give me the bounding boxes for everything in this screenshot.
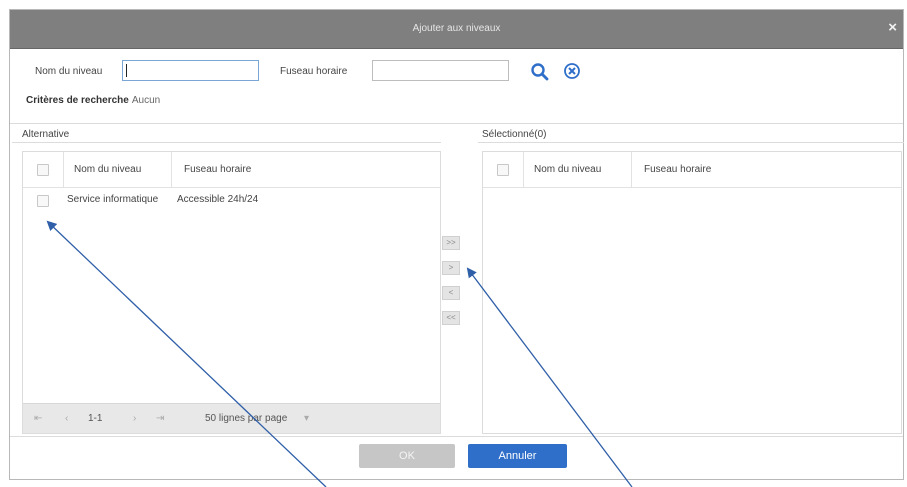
column-separator — [63, 152, 64, 188]
column-separator — [631, 152, 632, 188]
search-icon[interactable] — [530, 62, 550, 82]
add-to-levels-dialog: Ajouter aux niveaux × Nom du niveau Fuse… — [9, 9, 904, 480]
available-levels-grid: Nom du niveau Fuseau horaire Service inf… — [22, 151, 441, 434]
dialog-titlebar: Ajouter aux niveaux × — [10, 10, 903, 49]
cancel-button[interactable]: Annuler — [468, 444, 567, 468]
search-divider — [10, 123, 903, 124]
first-page-icon[interactable]: ⇤ — [34, 413, 42, 424]
left-panel-title: Alternative — [22, 129, 70, 140]
right-panel-divider — [478, 142, 904, 143]
column-header-level-name[interactable]: Nom du niveau — [74, 164, 141, 175]
table-row[interactable]: Service informatique Accessible 24h/24 — [23, 189, 440, 213]
timezone-label: Fuseau horaire — [280, 66, 348, 77]
level-name-label: Nom du niveau — [35, 66, 103, 77]
column-separator — [523, 152, 524, 188]
next-page-icon[interactable]: › — [133, 413, 136, 424]
ok-button[interactable]: OK — [359, 444, 455, 468]
left-panel-divider — [12, 142, 441, 143]
move-all-right-button[interactable]: >> — [442, 236, 460, 250]
row-checkbox[interactable] — [37, 195, 49, 207]
move-all-left-button[interactable]: << — [442, 311, 460, 325]
close-icon[interactable]: × — [888, 20, 897, 35]
clear-circle-icon[interactable] — [563, 62, 581, 80]
select-all-checkbox[interactable] — [497, 164, 509, 176]
row-level-name: Service informatique — [67, 194, 159, 205]
right-panel-title: Sélectionné(0) — [482, 129, 547, 140]
pagination-bar: ⇤ ‹ 1-1 › ⇥ 50 lignes par page ▾ — [23, 403, 440, 433]
selected-grid-header: Nom du niveau Fuseau horaire — [483, 152, 901, 188]
available-grid-header: Nom du niveau Fuseau horaire — [23, 152, 440, 188]
search-criteria: Critères de recherche Aucun — [26, 95, 160, 106]
criteria-label: Critères de recherche — [26, 95, 129, 106]
column-separator — [171, 152, 172, 188]
search-bar: Nom du niveau Fuseau horaire — [10, 60, 903, 84]
timezone-input[interactable] — [372, 60, 509, 81]
dialog-title: Ajouter aux niveaux — [412, 23, 501, 34]
last-page-icon[interactable]: ⇥ — [156, 413, 164, 424]
column-header-level-name[interactable]: Nom du niveau — [534, 164, 601, 175]
row-timezone: Accessible 24h/24 — [177, 194, 259, 205]
move-left-button[interactable]: < — [442, 286, 460, 300]
column-header-timezone[interactable]: Fuseau horaire — [644, 164, 711, 175]
level-name-input[interactable] — [122, 60, 259, 81]
footer-divider — [10, 436, 903, 437]
criteria-value: Aucun — [131, 95, 161, 106]
page-range: 1-1 — [88, 413, 103, 424]
selected-levels-grid: Nom du niveau Fuseau horaire — [482, 151, 902, 434]
prev-page-icon[interactable]: ‹ — [65, 413, 68, 424]
column-header-timezone[interactable]: Fuseau horaire — [184, 164, 251, 175]
text-caret — [126, 64, 127, 77]
chevron-down-icon[interactable]: ▾ — [304, 413, 309, 424]
rows-per-page-select[interactable]: 50 lignes par page — [205, 413, 287, 424]
select-all-checkbox[interactable] — [37, 164, 49, 176]
move-right-button[interactable]: > — [442, 261, 460, 275]
